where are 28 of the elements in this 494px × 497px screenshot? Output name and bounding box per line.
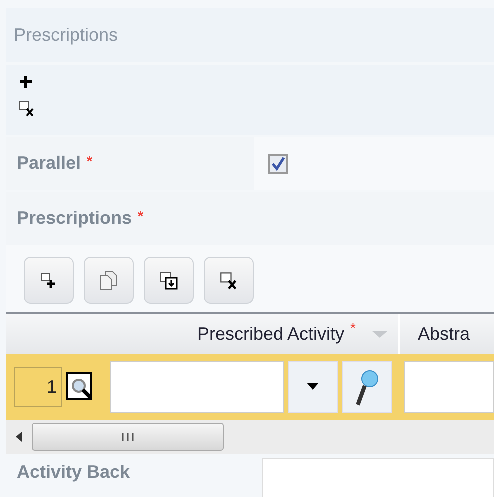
caret-icon: [307, 383, 319, 391]
panel-title: Prescriptions: [6, 8, 494, 62]
table-row[interactable]: 1: [6, 354, 494, 420]
row-number: 1: [14, 367, 62, 407]
parallel-checkbox[interactable]: [268, 154, 288, 174]
activity-input[interactable]: [110, 361, 284, 413]
scroll-left-icon[interactable]: [16, 432, 22, 442]
required-mark: *: [350, 320, 356, 336]
required-mark: *: [138, 208, 144, 224]
insert-row-icon: [160, 272, 178, 290]
lookup-button[interactable]: [342, 361, 392, 413]
toolbar-button[interactable]: [144, 257, 194, 304]
field-label: Activity Back: [17, 462, 130, 482]
field-label: Prescriptions: [17, 208, 132, 229]
delete-row-icon: [220, 272, 238, 290]
toolbar-button[interactable]: [24, 257, 74, 304]
field-label: Parallel: [17, 153, 82, 174]
scrollbar-thumb[interactable]: [32, 423, 224, 451]
abstract-input[interactable]: [404, 361, 494, 413]
add-row-icon: [41, 272, 57, 288]
delete-row-icon[interactable]: [19, 101, 35, 117]
column-header[interactable]: Abstra: [418, 324, 470, 344]
activity-back-field[interactable]: [262, 458, 494, 497]
plus-icon[interactable]: [19, 75, 33, 89]
required-mark: *: [87, 153, 92, 169]
toolbar-button[interactable]: [204, 257, 254, 304]
column-header[interactable]: Prescribed Activity: [197, 324, 345, 344]
copy-icon: [100, 270, 118, 290]
